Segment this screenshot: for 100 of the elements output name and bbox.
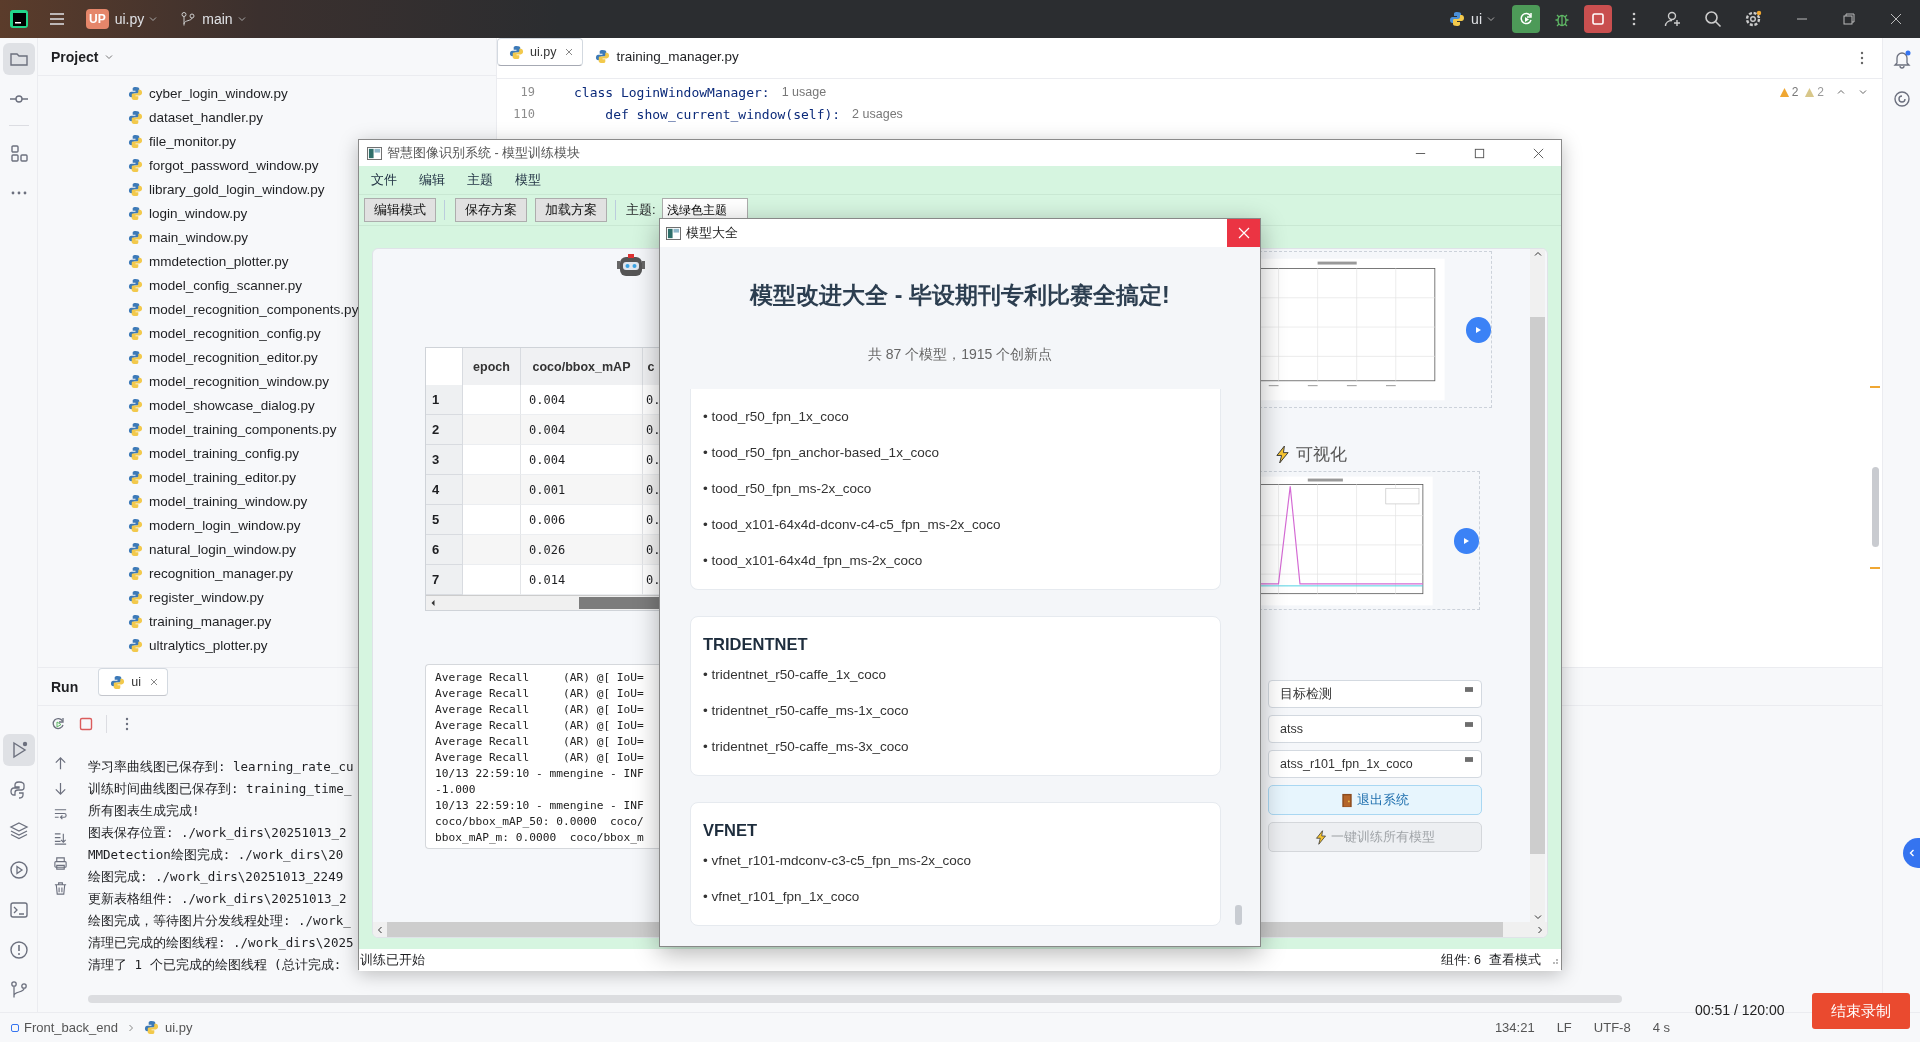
menu-item[interactable]: 模型 (515, 171, 541, 189)
add-user-icon[interactable] (1664, 10, 1682, 28)
previous-icon[interactable] (1836, 87, 1846, 97)
status-item[interactable]: UTF-8 (1593, 1020, 1631, 1035)
toolbar-button[interactable]: 加载方案 (535, 198, 607, 222)
scrollbar[interactable] (426, 595, 661, 610)
file-tree-item[interactable]: model_recognition_config.py (128, 321, 321, 345)
status-item[interactable]: 4 s (1652, 1020, 1670, 1035)
close-button[interactable] (1227, 219, 1260, 247)
dropdown[interactable]: 目标检测 (1268, 680, 1482, 708)
print-icon[interactable] (52, 856, 68, 871)
scrollbar-thumb[interactable] (1872, 467, 1879, 547)
file-tree-item[interactable]: library_gold_login_window.py (128, 177, 325, 201)
file-tree-item[interactable]: cyber_login_window.py (128, 81, 288, 105)
menu-icon[interactable] (48, 10, 66, 28)
scrollbar[interactable] (88, 995, 1622, 1003)
row-header[interactable]: 4 (426, 475, 463, 505)
stop-button[interactable] (1584, 5, 1612, 33)
rerun-icon[interactable] (50, 716, 66, 732)
restore-icon[interactable] (1842, 12, 1856, 26)
project-switcher[interactable]: ui.py (108, 11, 145, 27)
action-button[interactable]: 退出系统 (1268, 785, 1482, 815)
file-tree-item[interactable]: model_training_window.py (128, 489, 308, 513)
file-tree-item[interactable]: training_manager.py (128, 609, 272, 633)
next-icon[interactable] (1858, 87, 1868, 97)
file-tree-item[interactable]: main_window.py (128, 225, 249, 249)
panel-title[interactable]: Project (51, 48, 99, 65)
play-button[interactable] (1453, 527, 1479, 554)
close-icon[interactable] (564, 47, 575, 57)
file-tree-item[interactable]: model_recognition_editor.py (128, 345, 318, 369)
toolbar-button[interactable]: 编辑模式 (364, 198, 436, 222)
rerun-button[interactable] (1512, 5, 1540, 33)
file-tree-item[interactable]: ultralytics_plotter.py (128, 633, 268, 657)
editor-tab[interactable]: training_manager.py (583, 38, 751, 78)
model-item[interactable]: • tridentnet_r50-caffe_ms-1x_coco (703, 693, 1210, 729)
menu-item[interactable]: 编辑 (419, 171, 445, 189)
model-item[interactable]: • tridentnet_r50-caffe_ms-3x_coco (703, 729, 1210, 765)
file-tree-item[interactable]: modern_login_window.py (128, 513, 301, 537)
model-item[interactable]: • vfnet_r101-mdconv-c3-c5_fpn_ms-2x_coco (703, 843, 1210, 879)
editor-tab[interactable]: ui.py (497, 38, 584, 66)
file-tree-item[interactable]: register_window.py (128, 585, 264, 609)
file-tree-item[interactable]: file_monitor.py (128, 129, 237, 153)
stop-icon[interactable] (78, 716, 94, 732)
close-icon[interactable] (148, 677, 159, 687)
play-button[interactable] (1465, 316, 1491, 343)
scroll-up-icon[interactable] (1532, 249, 1543, 259)
menu-item[interactable]: 主题 (467, 171, 493, 189)
model-item[interactable]: • tridentnet_r50-caffe_1x_coco (703, 657, 1210, 693)
trash-icon[interactable] (52, 881, 68, 896)
project-tool-button[interactable] (2, 43, 35, 75)
close-icon[interactable] (1532, 146, 1545, 160)
breadcrumb[interactable]: Front_back_end (10, 1020, 118, 1035)
file-tree-item[interactable]: natural_login_window.py (128, 537, 297, 561)
model-item[interactable]: • tood_r50_fpn_anchor-based_1x_coco (703, 435, 1210, 471)
row-header[interactable]: 1 (426, 385, 463, 415)
run-tool-button[interactable] (2, 734, 35, 766)
file-tree-item[interactable]: model_showcase_dialog.py (128, 393, 315, 417)
app-logo-icon[interactable] (9, 9, 29, 29)
status-item[interactable]: 134:21 (1494, 1020, 1535, 1035)
scroll-down-icon[interactable] (1532, 912, 1543, 922)
maximize-icon[interactable] (1473, 146, 1486, 160)
model-item[interactable]: • vfnet_r101_fpn_1x_coco (703, 879, 1210, 915)
dropdown[interactable]: atss_r101_fpn_1x_coco (1268, 750, 1482, 778)
menu-item[interactable]: 文件 (371, 171, 397, 189)
file-tree-item[interactable]: model_training_editor.py (128, 465, 297, 489)
scroll-right-icon[interactable] (1535, 924, 1545, 935)
model-item[interactable]: • tood_r50_fpn_ms-2x_coco (703, 471, 1210, 507)
row-header[interactable]: 3 (426, 445, 463, 475)
file-tree-item[interactable]: dataset_handler.py (128, 105, 264, 129)
run-tab[interactable]: ui (98, 668, 168, 696)
close-icon[interactable] (1889, 12, 1903, 26)
settings-icon[interactable] (1744, 10, 1762, 28)
stop-recording-button[interactable]: 结束录制 (1812, 993, 1910, 1029)
file-tree-item[interactable]: model_recognition_window.py (128, 369, 330, 393)
status-item[interactable]: LF (1556, 1020, 1572, 1035)
file-tree-item[interactable]: model_recognition_components.py (128, 297, 359, 321)
column-header[interactable]: epoch (463, 348, 521, 386)
row-header[interactable]: 6 (426, 535, 463, 565)
warning-count[interactable]: 2 (1778, 85, 1799, 99)
file-tree-item[interactable]: model_training_components.py (128, 417, 337, 441)
usage-hint[interactable]: 1 usage (781, 85, 827, 99)
row-header[interactable]: 5 (426, 505, 463, 535)
file-tree-item[interactable]: forgot_password_window.py (128, 153, 319, 177)
search-icon[interactable] (1704, 10, 1722, 28)
scrollbar[interactable] (1530, 249, 1545, 922)
run-config-selector[interactable]: ui (1465, 11, 1482, 27)
scrollbar-thumb[interactable] (1235, 905, 1242, 925)
usage-hint[interactable]: 2 usages (852, 107, 903, 121)
file-tree-item[interactable]: model_training_config.py (128, 441, 300, 465)
model-item[interactable]: • tood_x101-64x4d-dconv-c4-c5_fpn_ms-2x_coco (703, 507, 1210, 543)
branch-switcher[interactable]: main (196, 11, 233, 27)
column-header[interactable]: coco/bbox_mAP (521, 348, 643, 386)
row-header[interactable]: 7 (426, 565, 463, 595)
file-tree-item[interactable]: login_window.py (128, 201, 248, 225)
breadcrumb[interactable]: ui.py (143, 1020, 193, 1035)
model-item[interactable]: • tood_x101-64x4d_fpn_ms-2x_coco (703, 543, 1210, 579)
file-tree-item[interactable]: model_config_scanner.py (128, 273, 303, 297)
file-tree-item[interactable]: recognition_manager.py (128, 561, 294, 585)
row-header[interactable]: 2 (426, 415, 463, 445)
dropdown[interactable]: atss (1268, 715, 1482, 743)
